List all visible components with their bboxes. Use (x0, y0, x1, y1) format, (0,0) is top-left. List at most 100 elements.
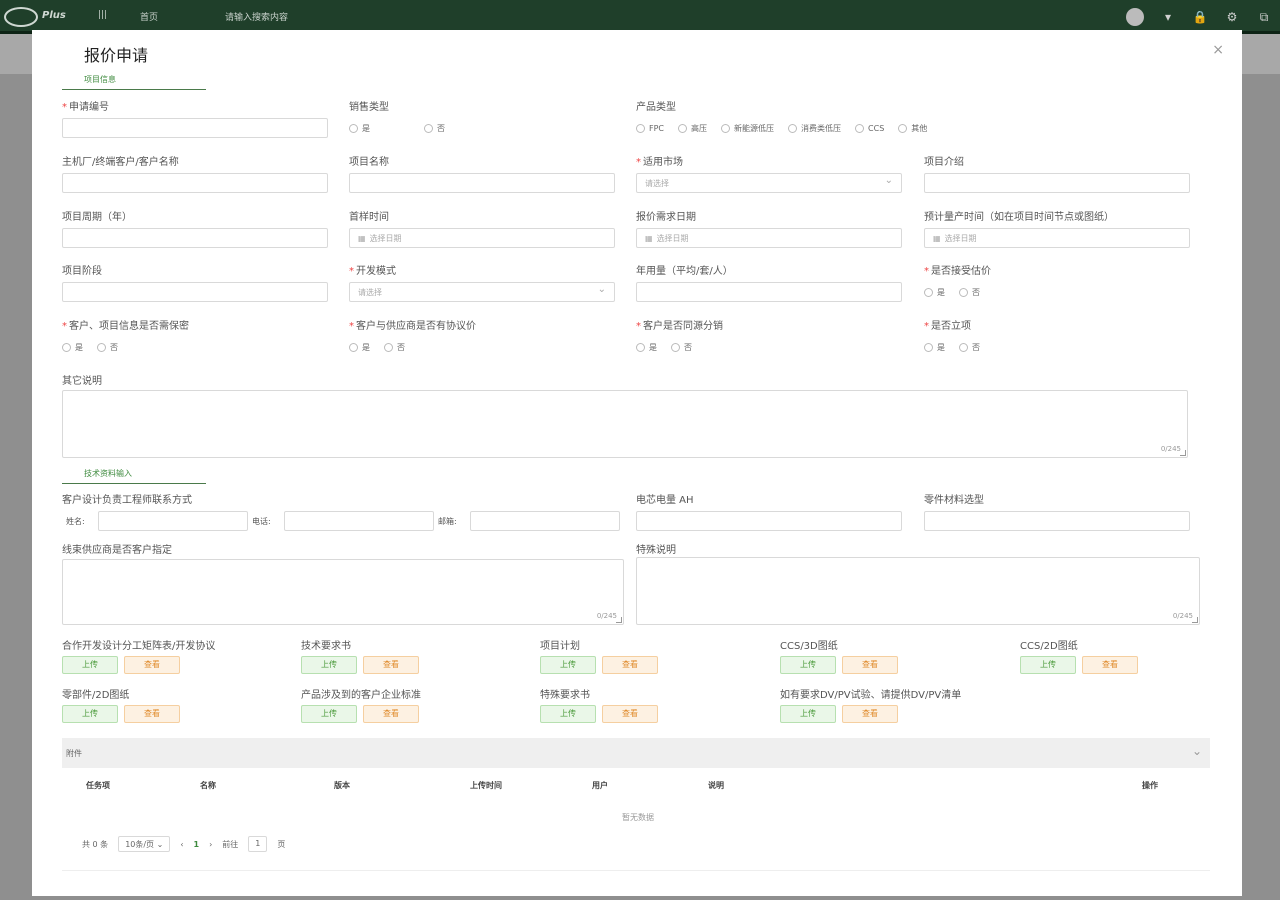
top-app-bar: Plus ||| 首页 请输入搜索内容 ▾ 🔒 ⚙ ⧉ (0, 0, 1280, 34)
view-button[interactable]: 查看 (124, 705, 180, 723)
first-sample-date[interactable]: ▦ 选择日期 (349, 228, 615, 248)
next-page-icon[interactable]: › (209, 840, 212, 849)
radio-yes[interactable]: 是 (349, 123, 370, 134)
dev-mode-select[interactable]: 请选择 (349, 282, 615, 302)
view-button[interactable]: 查看 (124, 656, 180, 674)
engineer-phone-input[interactable] (284, 511, 434, 531)
agreement-label: * 客户与供应商是否有协议价 (349, 321, 476, 332)
current-page[interactable]: 1 (194, 840, 200, 849)
upload-button[interactable]: 上传 (780, 705, 836, 723)
view-button[interactable]: 查看 (1082, 656, 1138, 674)
approved-radios: 是 否 (924, 342, 980, 353)
mass-prod-date[interactable]: ▦ 选择日期 (924, 228, 1190, 248)
engineer-name-input[interactable] (98, 511, 248, 531)
radio-fpc[interactable]: FPC (636, 124, 664, 133)
confidential-radios: 是 否 (62, 342, 118, 353)
char-counter: 0/245 (596, 612, 617, 620)
upload-button[interactable]: 上传 (540, 656, 596, 674)
radio-no[interactable]: 否 (671, 342, 692, 353)
stage-label: 项目阶段 (62, 266, 102, 277)
cycle-input[interactable] (62, 228, 328, 248)
attachments-title: 附件 (66, 749, 82, 758)
radio-ccs[interactable]: CCS (855, 124, 884, 133)
radio-yes[interactable]: 是 (349, 342, 370, 353)
radio-yes[interactable]: 是 (924, 287, 945, 298)
radio-no[interactable]: 否 (384, 342, 405, 353)
radio-yes[interactable]: 是 (62, 342, 83, 353)
quote-date-input[interactable]: ▦ 选择日期 (636, 228, 902, 248)
page-input[interactable]: 1 (248, 836, 268, 852)
view-button[interactable]: 查看 (842, 656, 898, 674)
upload-button[interactable]: 上传 (780, 656, 836, 674)
upload-label-special-req: 特殊要求书 (540, 690, 590, 701)
quote-request-dialog: 报价申请 × 项目信息 * 申请编号 销售类型 是 否 产品类型 FPC 高压 新… (32, 30, 1242, 896)
customer-input[interactable] (62, 173, 328, 193)
settings-icon[interactable]: ⚙ (1224, 9, 1240, 25)
view-button[interactable]: 查看 (363, 656, 419, 674)
view-button[interactable]: 查看 (363, 705, 419, 723)
phone-label: 电话: (252, 517, 271, 526)
window-icon[interactable]: ⧉ (1256, 9, 1272, 25)
dropdown-icon[interactable]: ▾ (1160, 9, 1176, 25)
close-icon[interactable]: × (1212, 42, 1224, 58)
annual-volume-input[interactable] (636, 282, 902, 302)
same-source-label: * 客户是否同源分销 (636, 321, 723, 332)
radio-consumer-lv[interactable]: 消费类低压 (788, 123, 841, 134)
radio-no[interactable]: 否 (959, 342, 980, 353)
avatar[interactable] (1126, 8, 1144, 26)
market-label: * 适用市场 (636, 157, 683, 168)
confidential-label: * 客户、项目信息是否需保密 (62, 321, 189, 332)
material-input[interactable] (924, 511, 1190, 531)
radio-yes[interactable]: 是 (924, 342, 945, 353)
supplier-designated-textarea[interactable]: 0/245 (62, 559, 624, 625)
upload-label-parts-2d: 零部件/2D图纸 (62, 690, 130, 701)
upload-button[interactable]: 上传 (301, 656, 357, 674)
radio-hv[interactable]: 高压 (678, 123, 707, 134)
market-select[interactable]: 请选择 (636, 173, 902, 193)
stage-input[interactable] (62, 282, 328, 302)
page-size-select[interactable]: 10条/页 ⌄ (118, 836, 171, 852)
char-counter: 0/245 (1172, 612, 1193, 620)
special-desc-textarea[interactable]: 0/245 (636, 557, 1200, 625)
project-intro-label: 项目介绍 (924, 157, 964, 168)
total-count: 共 0 条 (82, 839, 109, 849)
view-button[interactable]: 查看 (602, 656, 658, 674)
lock-icon[interactable]: 🔒 (1192, 9, 1208, 25)
radio-no[interactable]: 否 (959, 287, 980, 298)
upload-button[interactable]: 上传 (1020, 656, 1076, 674)
search-input[interactable]: 请输入搜索内容 (225, 10, 288, 23)
char-counter: 0/245 (1160, 445, 1181, 453)
upload-button[interactable]: 上传 (62, 656, 118, 674)
order-no-label: * 申请编号 (62, 102, 109, 113)
view-button[interactable]: 查看 (842, 705, 898, 723)
name-label: 姓名: (66, 517, 85, 526)
radio-other[interactable]: 其他 (898, 123, 927, 134)
upload-button[interactable]: 上传 (540, 705, 596, 723)
attachments-panel-header[interactable]: 附件 ⌄ (62, 738, 1210, 768)
home-tab[interactable]: 首页 (140, 10, 158, 23)
other-desc-textarea[interactable]: 0/245 (62, 390, 1188, 458)
column-header: 版本 (334, 781, 350, 790)
radio-nev-lv[interactable]: 新能源低压 (721, 123, 774, 134)
project-name-input[interactable] (349, 173, 615, 193)
annual-volume-label: 年用量（平均/套/人） (636, 266, 733, 277)
empty-text: 暂无数据 (622, 813, 654, 822)
chevron-down-icon[interactable]: ⌄ (1192, 744, 1202, 758)
upload-label-ccs-2d: CCS/2D图纸 (1020, 641, 1078, 652)
project-intro-input[interactable] (924, 173, 1190, 193)
radio-no[interactable]: 否 (424, 123, 445, 134)
upload-button[interactable]: 上传 (62, 705, 118, 723)
engineer-contact-label: 客户设计负责工程师联系方式 (62, 495, 192, 506)
radio-yes[interactable]: 是 (636, 342, 657, 353)
engineer-email-input[interactable] (470, 511, 620, 531)
radio-no[interactable]: 否 (97, 342, 118, 353)
order-no-input[interactable] (62, 118, 328, 138)
upload-button[interactable]: 上传 (301, 705, 357, 723)
prev-page-icon[interactable]: ‹ (180, 840, 183, 849)
quote-date-label: 报价需求日期 (636, 212, 696, 223)
view-button[interactable]: 查看 (602, 705, 658, 723)
current-input[interactable] (636, 511, 902, 531)
menu-toggle-icon[interactable]: ||| (98, 10, 107, 20)
column-header: 任务项 (86, 781, 110, 790)
column-header: 名称 (200, 781, 216, 790)
